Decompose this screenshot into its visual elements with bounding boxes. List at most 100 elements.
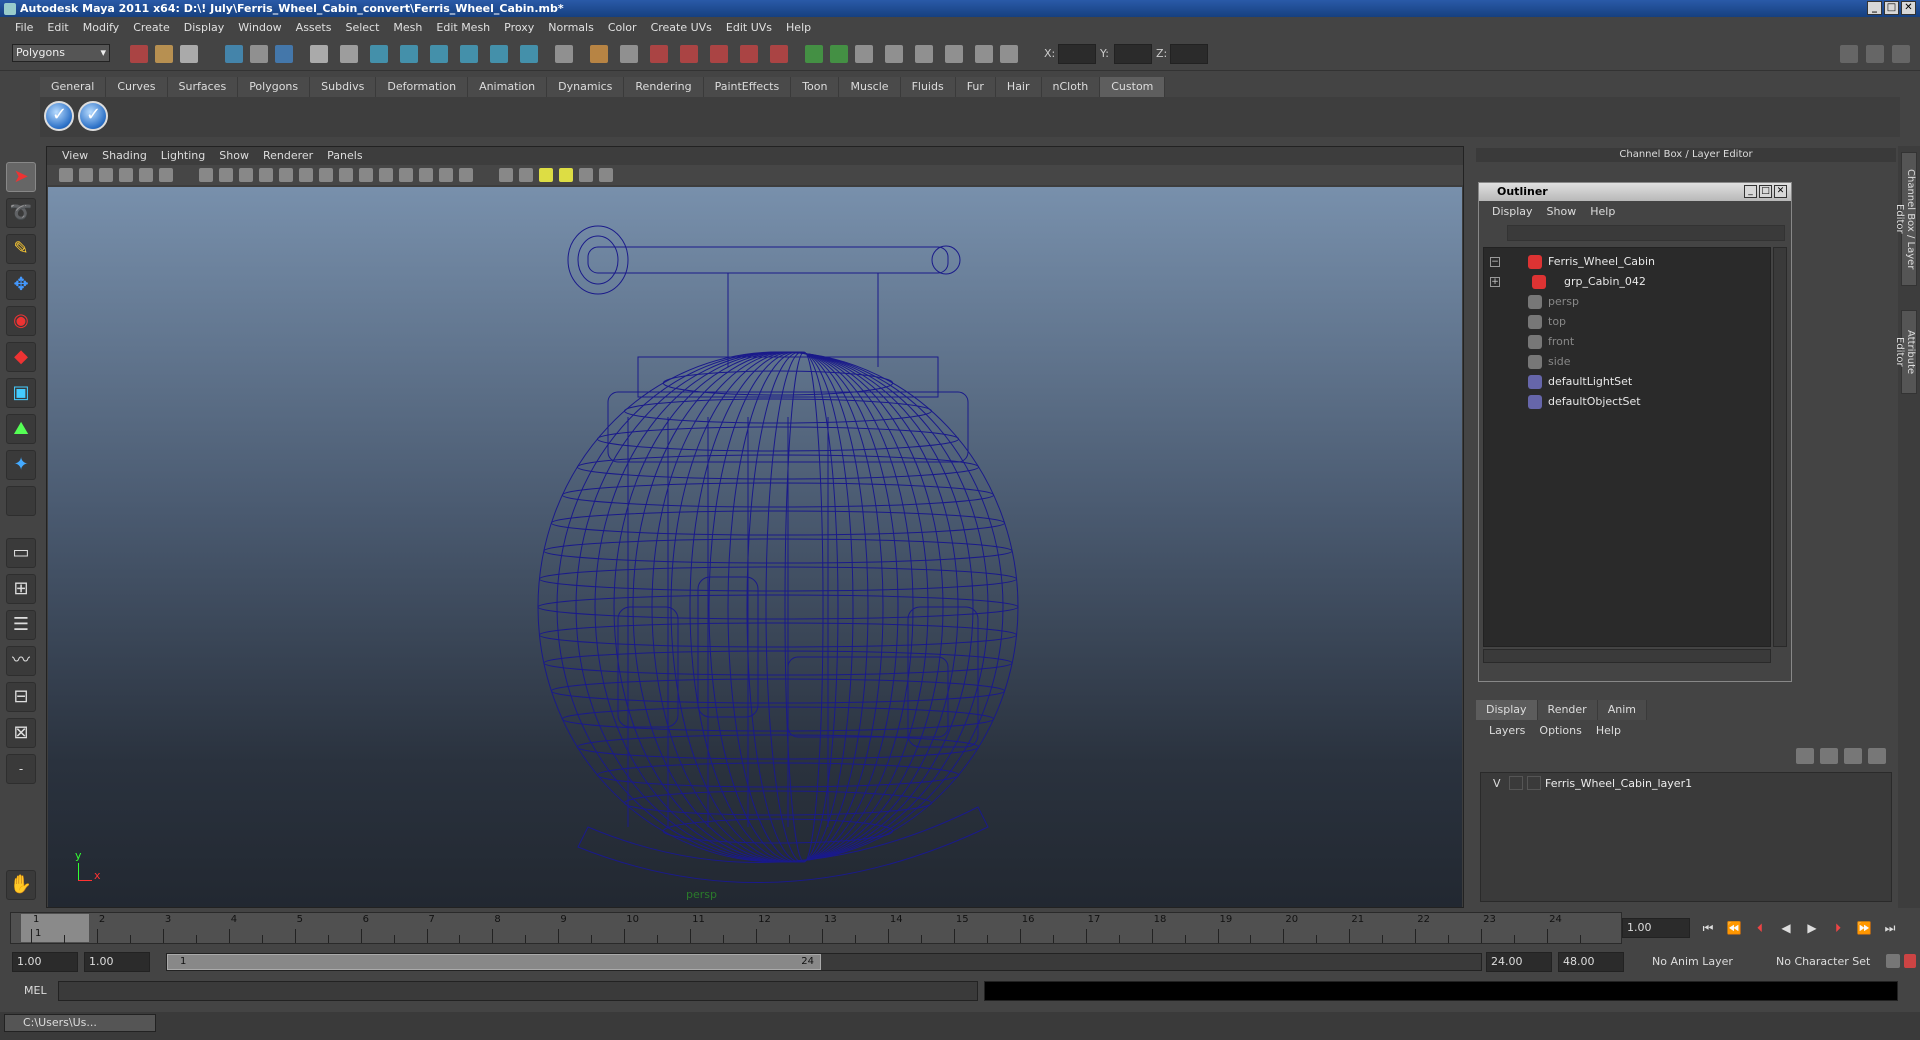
menu-assets[interactable]: Assets xyxy=(289,21,339,34)
layer-template-toggle[interactable] xyxy=(1509,776,1523,790)
viewport-tool-icon-4[interactable] xyxy=(119,168,133,182)
side-tab-attribute-editor[interactable]: Attribute Editor xyxy=(1894,310,1917,394)
viewport-tool-icon-10[interactable] xyxy=(259,168,273,182)
status-tool-icon-25[interactable] xyxy=(855,45,873,63)
status-tool-icon-16[interactable] xyxy=(590,45,608,63)
attribute-toggle-icon[interactable] xyxy=(1892,45,1910,63)
status-tool-icon-21[interactable] xyxy=(740,45,758,63)
menu-proxy[interactable]: Proxy xyxy=(497,21,541,34)
select-tool[interactable]: ➤ xyxy=(6,162,36,192)
go-to-end-button[interactable]: ⏭ xyxy=(1882,920,1898,936)
outliner-menu-show[interactable]: Show xyxy=(1540,203,1584,221)
layout-icon[interactable] xyxy=(1840,45,1858,63)
layer-visibility-toggle[interactable]: V xyxy=(1493,777,1501,790)
viewport-tool-icon-16[interactable] xyxy=(379,168,393,182)
viewport-tool-icon-9[interactable] xyxy=(239,168,253,182)
range-track[interactable]: 1 24 xyxy=(166,953,1482,971)
layer-menu-layers[interactable]: Layers xyxy=(1482,722,1532,740)
menu-edit-mesh[interactable]: Edit Mesh xyxy=(429,21,497,34)
mel-label[interactable]: MEL xyxy=(24,984,47,997)
shelf-check-button-1[interactable] xyxy=(44,101,74,131)
shelf-tab-toon[interactable]: Toon xyxy=(791,77,840,97)
lasso-tool[interactable]: ➰ xyxy=(6,198,36,228)
shelf-tab-animation[interactable]: Animation xyxy=(468,77,548,97)
status-tool-icon-8[interactable] xyxy=(340,45,358,63)
status-tool-icon-1[interactable] xyxy=(130,45,148,63)
status-tool-icon-7[interactable] xyxy=(310,45,328,63)
key-icon[interactable] xyxy=(1886,954,1900,968)
outliner-item[interactable]: front xyxy=(1484,332,1770,352)
viewport-tool-icon-25[interactable] xyxy=(579,168,593,182)
y-input[interactable] xyxy=(1114,44,1152,64)
viewport-tool-icon-26[interactable] xyxy=(599,168,613,182)
menu-color[interactable]: Color xyxy=(601,21,644,34)
play-backward-button[interactable]: ◀ xyxy=(1778,920,1794,936)
outliner-item[interactable]: defaultObjectSet xyxy=(1484,392,1770,412)
four-pane-layout[interactable]: ⊞ xyxy=(6,574,36,604)
status-tool-icon-22[interactable] xyxy=(770,45,788,63)
shelf-tab-muscle[interactable]: Muscle xyxy=(839,77,901,97)
outliner-item[interactable]: defaultLightSet xyxy=(1484,372,1770,392)
menu-edit-uvs[interactable]: Edit UVs xyxy=(719,21,779,34)
status-tool-icon-18[interactable] xyxy=(650,45,668,63)
menu-edit[interactable]: Edit xyxy=(40,21,75,34)
viewport-tool-icon-18[interactable] xyxy=(419,168,433,182)
layer-menu-options[interactable]: Options xyxy=(1532,722,1588,740)
viewport-tool-icon-11[interactable] xyxy=(279,168,293,182)
status-tool-icon-4[interactable] xyxy=(225,45,243,63)
viewport-tool-icon-13[interactable] xyxy=(319,168,333,182)
viewport-tool-icon-14[interactable] xyxy=(339,168,353,182)
shelf-tab-hair[interactable]: Hair xyxy=(995,77,1042,97)
viewport-tool-icon-5[interactable] xyxy=(139,168,153,182)
shelf-tab-ncloth[interactable]: nCloth xyxy=(1041,77,1101,97)
outliner-item[interactable]: top xyxy=(1484,312,1770,332)
outliner-layout[interactable]: ☰ xyxy=(6,610,36,640)
soft-mod-tool[interactable]: ⛰ xyxy=(6,414,36,444)
scale-tool[interactable]: ◆ xyxy=(6,342,36,372)
status-tool-icon-11[interactable] xyxy=(430,45,448,63)
viewport-menu-lighting[interactable]: Lighting xyxy=(154,147,212,165)
shelf-tab-rendering[interactable]: Rendering xyxy=(624,77,704,97)
menu-create-uvs[interactable]: Create UVs xyxy=(644,21,719,34)
show-manip-tool[interactable]: ✦ xyxy=(6,450,36,480)
status-tool-icon-30[interactable] xyxy=(1000,45,1018,63)
menu-normals[interactable]: Normals xyxy=(541,21,601,34)
viewport-tool-icon-17[interactable] xyxy=(399,168,413,182)
viewport-tool-icon-15[interactable] xyxy=(359,168,373,182)
expand-icon[interactable]: + xyxy=(1490,277,1500,287)
outliner-item[interactable]: persp xyxy=(1484,292,1770,312)
menu-set-select[interactable]: Polygons xyxy=(12,44,110,62)
universal-manip-tool[interactable]: ▣ xyxy=(6,378,36,408)
viewport-tool-icon-19[interactable] xyxy=(439,168,453,182)
x-input[interactable] xyxy=(1058,44,1096,64)
channel-toggle-icon[interactable] xyxy=(1866,45,1884,63)
viewport-tool-icon-2[interactable] xyxy=(79,168,93,182)
viewport-tool-icon-20[interactable] xyxy=(459,168,473,182)
outliner-maximize-button[interactable]: □ xyxy=(1759,185,1772,198)
new-layer-selected-icon[interactable] xyxy=(1868,748,1886,764)
viewport-menu-view[interactable]: View xyxy=(55,147,95,165)
outliner-minimize-button[interactable]: _ xyxy=(1744,185,1757,198)
outliner-item[interactable]: + grp_Cabin_042 xyxy=(1484,272,1770,292)
move-tool[interactable]: ✥ xyxy=(6,270,36,300)
range-handle[interactable]: 1 24 xyxy=(167,954,821,970)
side-tab-channel-box[interactable]: Channel Box / Layer Editor xyxy=(1894,152,1917,286)
collapse-icon[interactable]: − xyxy=(1490,257,1500,267)
menu-window[interactable]: Window xyxy=(231,21,288,34)
viewport-tool-icon-7[interactable] xyxy=(199,168,213,182)
status-tool-icon-10[interactable] xyxy=(400,45,418,63)
menu-modify[interactable]: Modify xyxy=(76,21,126,34)
shelf-check-button-2[interactable] xyxy=(78,101,108,131)
status-tool-icon-3[interactable] xyxy=(180,45,198,63)
layer-tab-anim[interactable]: Anim xyxy=(1597,700,1647,720)
play-forward-button[interactable]: ▶ xyxy=(1804,920,1820,936)
shelf-tab-subdivs[interactable]: Subdivs xyxy=(310,77,377,97)
menu-help[interactable]: Help xyxy=(779,21,818,34)
layer-tab-render[interactable]: Render xyxy=(1537,700,1598,720)
shelf-tab-custom[interactable]: Custom xyxy=(1100,77,1166,97)
status-tool-icon-13[interactable] xyxy=(490,45,508,63)
status-tool-icon-29[interactable] xyxy=(975,45,993,63)
shelf-tab-fluids[interactable]: Fluids xyxy=(900,77,956,97)
single-pane-layout[interactable]: ▭ xyxy=(6,538,36,568)
go-to-start-button[interactable]: ⏮ xyxy=(1700,920,1716,936)
